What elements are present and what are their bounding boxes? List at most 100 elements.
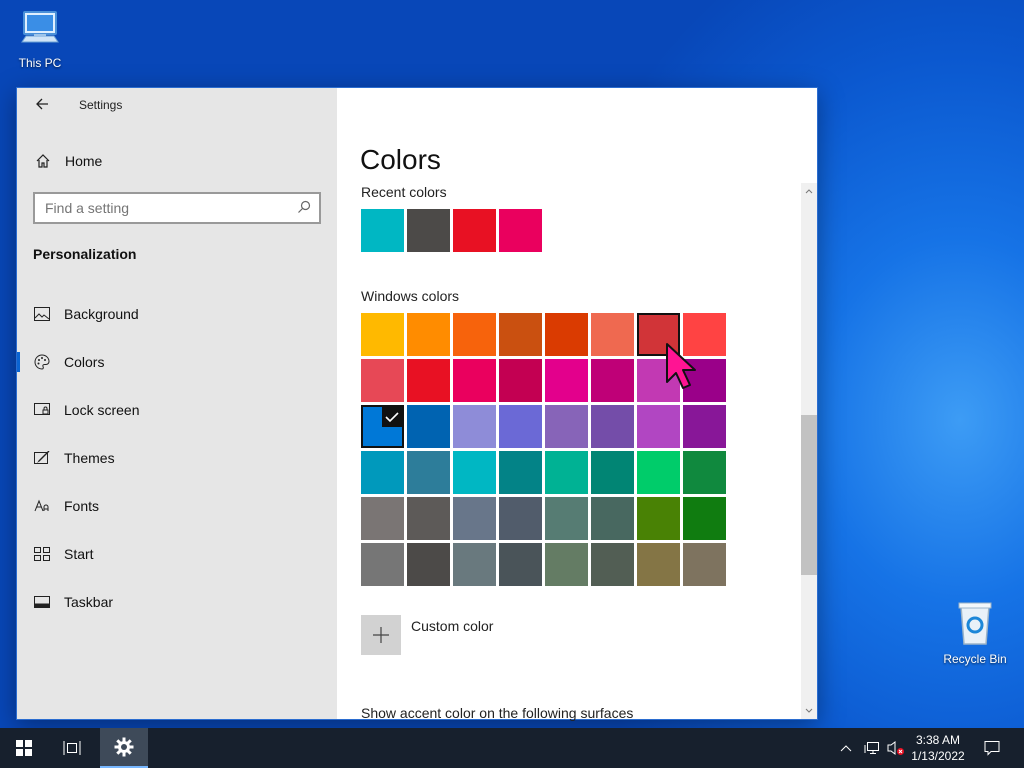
plus-icon	[373, 627, 389, 643]
windows-color-swatch[interactable]	[499, 543, 542, 586]
windows-color-swatch[interactable]	[453, 405, 496, 448]
windows-color-swatch[interactable]	[361, 313, 404, 356]
windows-color-swatch[interactable]	[361, 497, 404, 540]
windows-color-swatch[interactable]	[361, 451, 404, 494]
section-title: Personalization	[33, 246, 137, 262]
nav-item-label: Start	[64, 546, 94, 562]
windows-color-swatch[interactable]	[453, 451, 496, 494]
nav-item-start[interactable]: Start	[17, 534, 337, 574]
nav-item-fonts[interactable]: Fonts	[17, 486, 337, 526]
windows-color-swatch[interactable]	[499, 497, 542, 540]
recent-color-swatch[interactable]	[407, 209, 450, 252]
windows-color-swatch[interactable]	[499, 313, 542, 356]
windows-color-swatch[interactable]	[683, 451, 726, 494]
scrollbar-thumb[interactable]	[801, 415, 817, 575]
scroll-up-icon[interactable]	[801, 183, 817, 199]
desktop-icon-recycle-bin[interactable]: Recycle Bin	[935, 600, 1015, 666]
windows-color-swatch[interactable]	[591, 313, 634, 356]
themes-icon	[33, 449, 51, 467]
taskbar-icon	[33, 593, 51, 611]
windows-colors-label: Windows colors	[361, 288, 460, 304]
clock-date: 1/13/2022	[911, 749, 965, 763]
search-input[interactable]	[35, 194, 285, 222]
nav-item-colors[interactable]: Colors	[17, 342, 337, 382]
windows-color-swatch[interactable]	[637, 543, 680, 586]
nav-item-label: Themes	[64, 450, 115, 466]
search-icon[interactable]	[297, 200, 311, 219]
taskbar: 3:38 AM 1/13/2022	[0, 728, 1024, 768]
search-box[interactable]	[33, 192, 321, 224]
task-view-button[interactable]	[48, 728, 96, 768]
windows-color-swatch[interactable]	[453, 313, 496, 356]
windows-color-swatch[interactable]	[637, 497, 680, 540]
windows-color-swatch[interactable]	[591, 405, 634, 448]
windows-color-swatch[interactable]	[407, 451, 450, 494]
windows-color-swatch[interactable]	[407, 359, 450, 402]
recycle-bin-icon	[958, 602, 992, 645]
desktop-icon-label: Recycle Bin	[943, 652, 1007, 666]
nav-item-taskbar[interactable]: Taskbar	[17, 582, 337, 622]
windows-color-swatch[interactable]	[361, 405, 404, 448]
windows-color-swatch[interactable]	[407, 543, 450, 586]
gear-icon	[114, 737, 134, 757]
windows-color-swatch[interactable]	[453, 497, 496, 540]
scrollbar[interactable]	[801, 183, 817, 719]
windows-color-swatch[interactable]	[453, 543, 496, 586]
windows-color-swatch[interactable]	[407, 497, 450, 540]
settings-window: Settings Home Personalization Background	[16, 87, 818, 721]
taskbar-settings-button[interactable]	[100, 728, 148, 768]
back-button[interactable]	[19, 88, 65, 120]
custom-color-button[interactable]	[361, 615, 401, 655]
windows-color-swatch[interactable]	[637, 405, 680, 448]
action-center-button[interactable]	[980, 728, 1004, 768]
recent-color-swatch[interactable]	[361, 209, 404, 252]
windows-color-swatch[interactable]	[591, 497, 634, 540]
desktop-icon-this-pc[interactable]: This PC	[0, 8, 80, 70]
home-icon	[33, 153, 53, 169]
desktop-icon-label: This PC	[18, 56, 62, 70]
windows-color-swatch[interactable]	[499, 359, 542, 402]
nav-item-lock-screen[interactable]: Lock screen	[17, 390, 337, 430]
windows-color-swatch[interactable]	[545, 543, 588, 586]
windows-color-swatch[interactable]	[407, 313, 450, 356]
windows-color-swatch[interactable]	[591, 543, 634, 586]
clock-time: 3:38 AM	[915, 733, 961, 747]
windows-color-swatch[interactable]	[499, 405, 542, 448]
navigation-pane: Settings Home Personalization Background	[17, 88, 337, 719]
windows-color-swatch[interactable]	[361, 359, 404, 402]
windows-color-swatch[interactable]	[637, 451, 680, 494]
show-accent-heading: Show accent color on the following surfa…	[361, 705, 634, 721]
start-button[interactable]	[0, 728, 48, 768]
recent-color-swatch[interactable]	[453, 209, 496, 252]
show-hidden-icons-button[interactable]	[834, 728, 858, 768]
custom-color-label[interactable]: Custom color	[411, 618, 493, 634]
windows-color-swatch[interactable]	[545, 497, 588, 540]
content-pane: Colors Recent colors Windows colors Cust…	[337, 88, 817, 721]
clock[interactable]: 3:38 AM 1/13/2022	[908, 732, 968, 764]
windows-color-swatch[interactable]	[591, 451, 634, 494]
windows-color-swatch[interactable]	[591, 359, 634, 402]
lock-screen-icon	[33, 401, 51, 419]
windows-color-swatch[interactable]	[545, 313, 588, 356]
back-arrow-icon	[36, 98, 48, 110]
windows-color-swatch[interactable]	[683, 543, 726, 586]
nav-item-themes[interactable]: Themes	[17, 438, 337, 478]
notification-icon	[984, 741, 1000, 756]
home-nav-item[interactable]: Home	[17, 145, 337, 177]
windows-color-swatch[interactable]	[545, 451, 588, 494]
windows-color-swatch[interactable]	[683, 497, 726, 540]
windows-color-swatch[interactable]	[683, 405, 726, 448]
windows-color-swatch[interactable]	[453, 359, 496, 402]
computer-icon	[21, 11, 59, 43]
windows-color-swatch[interactable]	[407, 405, 450, 448]
windows-color-swatch[interactable]	[361, 543, 404, 586]
windows-color-swatch[interactable]	[499, 451, 542, 494]
recent-color-swatch[interactable]	[499, 209, 542, 252]
volume-tray-button[interactable]	[884, 728, 908, 768]
windows-color-swatch[interactable]	[545, 405, 588, 448]
scroll-down-icon[interactable]	[801, 703, 817, 719]
checkmark-icon	[382, 407, 402, 427]
nav-item-background[interactable]: Background	[17, 294, 337, 334]
windows-color-swatch[interactable]	[545, 359, 588, 402]
network-tray-button[interactable]	[860, 728, 884, 768]
